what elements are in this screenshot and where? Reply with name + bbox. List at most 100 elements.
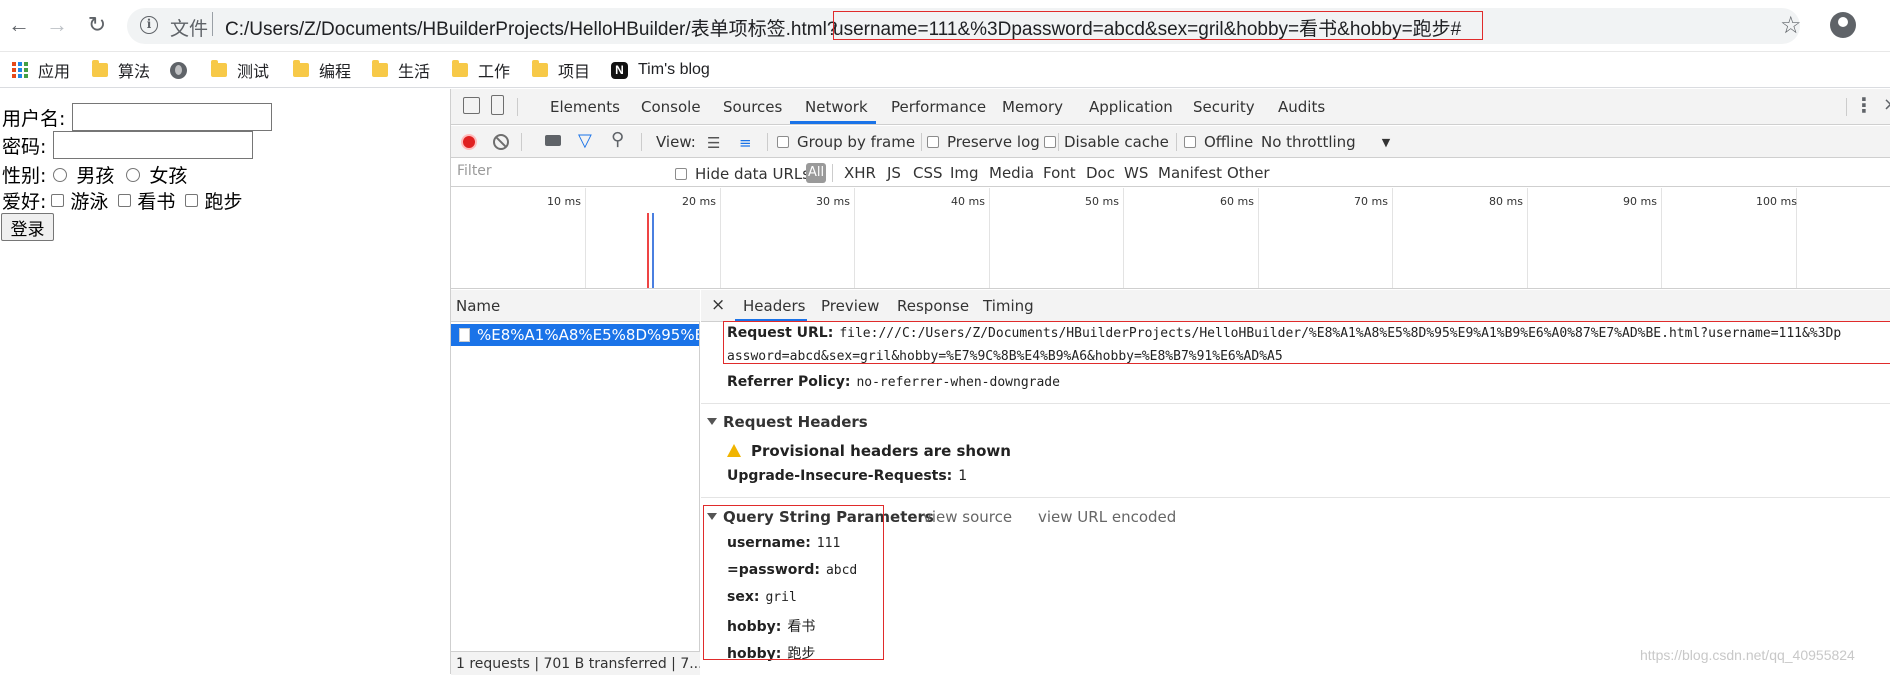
tab-performance[interactable]: Performance bbox=[891, 98, 986, 116]
url-highlight-box bbox=[833, 11, 1483, 40]
filter-media[interactable]: Media bbox=[989, 164, 1034, 182]
bookmark-folder[interactable]: 项目 bbox=[532, 59, 590, 81]
bookmark-folder[interactable]: 测试 bbox=[211, 59, 269, 81]
waterfall-icon[interactable]: ≡ bbox=[739, 134, 752, 152]
chevron-down-icon: ▼ bbox=[1381, 135, 1391, 149]
folder-icon bbox=[293, 60, 309, 77]
devtools-panel: Elements Console Sources Network Perform… bbox=[450, 89, 1890, 675]
filter-input[interactable]: Filter bbox=[457, 163, 657, 183]
timeline-tick-label: 50 ms bbox=[1085, 195, 1119, 208]
throttling-select[interactable]: No throttling ▼ bbox=[1261, 133, 1390, 151]
clear-icon[interactable] bbox=[493, 134, 509, 150]
timeline-tick-label: 30 ms bbox=[816, 195, 850, 208]
tab-application[interactable]: Application bbox=[1089, 98, 1173, 116]
username-input[interactable] bbox=[72, 103, 273, 131]
device-toolbar-icon[interactable] bbox=[491, 95, 504, 115]
network-overview-timeline[interactable]: 10 ms 20 ms 30 ms 40 ms 50 ms 60 ms 70 ms 80 ms… bbox=[451, 188, 1890, 289]
throttling-value: No throttling bbox=[1261, 133, 1356, 151]
page-content: 用户名: 密码: 性别: 男孩 女孩 爱好: 游泳 看书 跑步 登录 bbox=[0, 89, 450, 674]
screenshot-camera-icon[interactable] bbox=[545, 135, 561, 146]
search-icon[interactable]: ⚲ bbox=[611, 129, 624, 150]
url-path[interactable]: C:/Users/Z/Documents/HBuilderProjects/He… bbox=[225, 14, 837, 41]
disable-cache-checkbox[interactable]: Disable cache bbox=[1044, 133, 1169, 151]
document-icon bbox=[459, 328, 470, 342]
login-button[interactable]: 登录 bbox=[1, 213, 54, 241]
checkbox-icon bbox=[1044, 136, 1056, 148]
bookmark-label: 应用 bbox=[38, 64, 71, 81]
tab-timing[interactable]: Timing bbox=[983, 297, 1034, 315]
tab-sources[interactable]: Sources bbox=[723, 98, 782, 116]
timeline-gridline bbox=[1123, 188, 1124, 288]
timeline-gridline bbox=[585, 188, 586, 288]
bookmark-globe[interactable] bbox=[170, 59, 195, 81]
checkbox-swim[interactable] bbox=[51, 194, 65, 207]
divider bbox=[767, 133, 768, 151]
tab-preview[interactable]: Preview bbox=[821, 297, 879, 315]
timeline-gridline bbox=[989, 188, 990, 288]
checkbox-read[interactable] bbox=[118, 194, 132, 207]
checkbox-run[interactable] bbox=[185, 194, 199, 207]
view-url-encoded-link[interactable]: view URL encoded bbox=[1038, 508, 1176, 526]
filter-xhr[interactable]: XHR bbox=[844, 164, 876, 182]
close-icon[interactable]: × bbox=[711, 295, 725, 315]
filter-js[interactable]: JS bbox=[887, 164, 901, 182]
tab-audits[interactable]: Audits bbox=[1278, 98, 1325, 116]
star-icon[interactable]: ☆ bbox=[1780, 11, 1802, 40]
group-by-frame-checkbox[interactable]: Group by frame bbox=[777, 133, 915, 151]
timeline-tick-label: 10 ms bbox=[547, 195, 581, 208]
request-details: × Headers Preview Response Timing Reques… bbox=[701, 290, 1890, 674]
request-row[interactable]: %E8%A1%A8%E5%8D%95%E9... bbox=[451, 324, 699, 346]
request-name: %E8%A1%A8%E5%8D%95%E9... bbox=[477, 326, 699, 344]
inspect-element-icon[interactable] bbox=[463, 97, 480, 114]
folder-icon bbox=[92, 60, 108, 77]
hide-data-urls-checkbox[interactable]: Hide data URLs bbox=[675, 165, 810, 183]
sex-row: 性别: 男孩 女孩 bbox=[2, 161, 187, 188]
profile-avatar-icon[interactable] bbox=[1830, 12, 1856, 38]
tab-security[interactable]: Security bbox=[1193, 98, 1255, 116]
offline-checkbox[interactable]: Offline bbox=[1184, 133, 1253, 151]
tab-network[interactable]: Network bbox=[805, 98, 868, 116]
filter-img[interactable]: Img bbox=[950, 164, 979, 182]
large-rows-icon[interactable]: ☰ bbox=[707, 134, 720, 152]
radio-girl[interactable] bbox=[126, 167, 141, 182]
hobby-row: 爱好: 游泳 看书 跑步 bbox=[2, 187, 242, 214]
bookmark-folder[interactable]: 工作 bbox=[452, 59, 510, 81]
divider bbox=[521, 133, 522, 151]
filter-ws[interactable]: WS bbox=[1124, 164, 1148, 182]
bookmark-folder[interactable]: 生活 bbox=[372, 59, 430, 81]
filter-bar: Filter Hide data URLs All XHR JS CSS Img… bbox=[451, 159, 1890, 187]
tab-memory[interactable]: Memory bbox=[1002, 98, 1063, 116]
timeline-gridline bbox=[720, 188, 721, 288]
filter-other[interactable]: Other bbox=[1227, 164, 1270, 182]
password-input[interactable] bbox=[53, 131, 254, 159]
radio-boy[interactable] bbox=[53, 167, 68, 182]
tab-headers[interactable]: Headers bbox=[743, 297, 805, 315]
bookmark-blog[interactable]: N Tim's blog bbox=[611, 59, 710, 81]
bookmark-folder[interactable]: 编程 bbox=[293, 59, 351, 81]
record-icon[interactable] bbox=[461, 134, 477, 150]
filter-all-button[interactable]: All bbox=[806, 163, 826, 183]
bookmark-apps[interactable]: 应用 bbox=[12, 59, 70, 81]
forward-arrow-icon[interactable]: → bbox=[44, 12, 70, 38]
close-devtools-icon[interactable]: × bbox=[1883, 94, 1890, 115]
preserve-log-checkbox[interactable]: Preserve log bbox=[927, 133, 1040, 151]
filter-font[interactable]: Font bbox=[1043, 164, 1076, 182]
filter-icon[interactable]: ▽ bbox=[578, 130, 592, 151]
bookmark-folder[interactable]: 算法 bbox=[92, 59, 150, 81]
tab-elements[interactable]: Elements bbox=[550, 98, 620, 116]
request-headers-section[interactable]: Request Headers bbox=[707, 413, 868, 431]
back-arrow-icon[interactable]: ← bbox=[6, 12, 32, 38]
filter-manifest[interactable]: Manifest bbox=[1158, 164, 1222, 182]
timeline-gridline bbox=[1392, 188, 1393, 288]
tab-response[interactable]: Response bbox=[897, 297, 969, 315]
tab-console[interactable]: Console bbox=[641, 98, 701, 116]
view-source-link[interactable]: view source bbox=[923, 508, 1012, 526]
name-column-header[interactable]: Name bbox=[451, 290, 700, 322]
reload-icon[interactable]: ↻ bbox=[84, 12, 110, 38]
info-icon[interactable]: i bbox=[140, 16, 158, 34]
checkbox-label: Preserve log bbox=[947, 133, 1040, 151]
filter-doc[interactable]: Doc bbox=[1086, 164, 1115, 182]
filter-css[interactable]: CSS bbox=[913, 164, 943, 182]
globe-icon bbox=[170, 61, 187, 79]
more-options-icon[interactable]: ⋮ bbox=[1854, 93, 1874, 117]
